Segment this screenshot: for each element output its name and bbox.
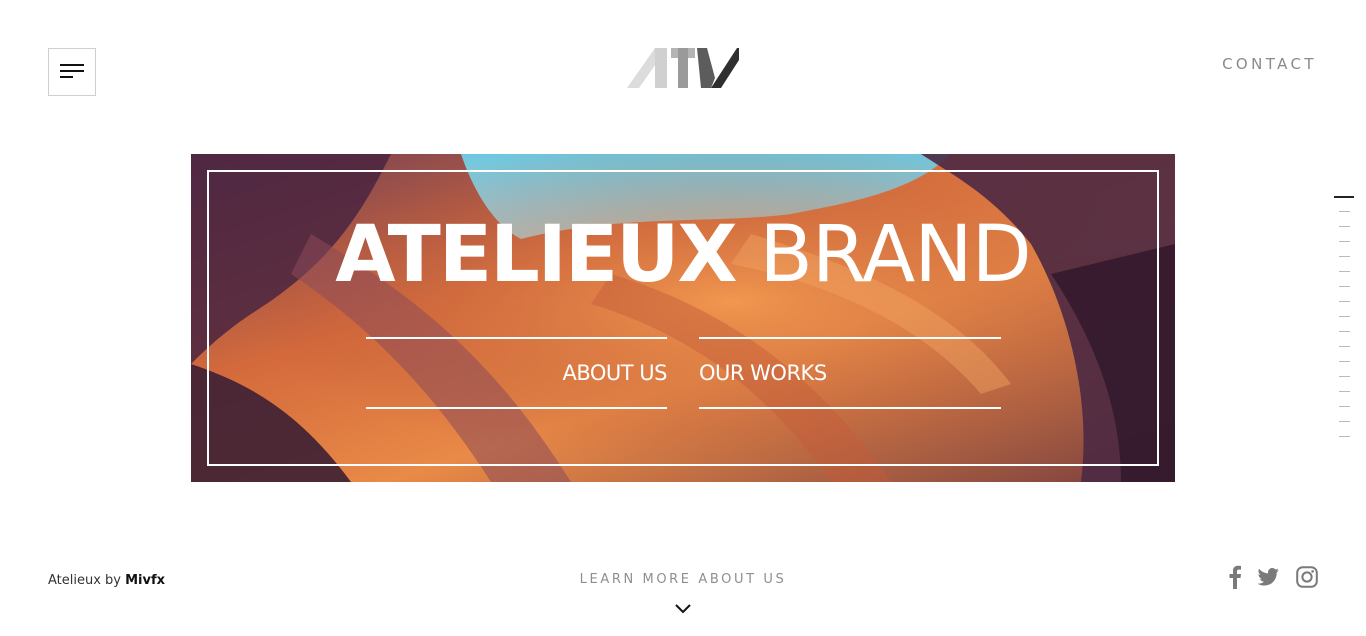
section-nav-tick[interactable] <box>1339 376 1350 377</box>
about-us-link[interactable]: ABOUT US <box>562 358 667 388</box>
section-nav-tick[interactable] <box>1339 211 1350 212</box>
instagram-icon[interactable] <box>1296 566 1318 588</box>
section-nav-tick[interactable] <box>1339 361 1350 362</box>
hero-title: ATELIEUX BRAND <box>191 210 1175 300</box>
logo[interactable] <box>627 48 739 88</box>
our-works-link[interactable]: OUR WORKS <box>699 358 827 388</box>
section-nav-tick[interactable] <box>1339 301 1350 302</box>
atv-logo-icon <box>627 48 739 88</box>
section-nav-tick[interactable] <box>1339 286 1350 287</box>
twitter-icon[interactable] <box>1257 568 1279 586</box>
chevron-down-icon[interactable] <box>674 603 692 615</box>
about-line-bottom <box>366 407 667 409</box>
hero-title-light: BRAND <box>759 210 1031 300</box>
hero-banner: ATELIEUX BRAND ABOUT US OUR WORKS <box>191 154 1175 482</box>
section-nav-tick[interactable] <box>1339 316 1350 317</box>
section-nav-tick[interactable] <box>1334 196 1354 198</box>
hamburger-icon <box>60 64 84 78</box>
section-nav-tick[interactable] <box>1339 391 1350 392</box>
works-line-bottom <box>699 407 1001 409</box>
contact-link[interactable]: CONTACT <box>1222 55 1317 73</box>
social-links <box>1228 565 1318 591</box>
learn-more-link[interactable]: LEARN MORE ABOUT US <box>0 572 1366 587</box>
hero-title-bold: ATELIEUX <box>335 210 737 300</box>
menu-button[interactable] <box>48 48 96 96</box>
section-nav-tick[interactable] <box>1339 331 1350 332</box>
section-nav-tick[interactable] <box>1339 436 1350 437</box>
section-nav-tick[interactable] <box>1339 241 1350 242</box>
section-nav-tick[interactable] <box>1339 406 1350 407</box>
section-nav-tick[interactable] <box>1339 271 1350 272</box>
works-line-top <box>699 337 1001 339</box>
section-nav-tick[interactable] <box>1339 346 1350 347</box>
facebook-icon[interactable] <box>1228 565 1242 589</box>
about-line-top <box>366 337 667 339</box>
section-nav-tick[interactable] <box>1339 421 1350 422</box>
section-nav-tick[interactable] <box>1339 226 1350 227</box>
section-nav-tick[interactable] <box>1339 256 1350 257</box>
